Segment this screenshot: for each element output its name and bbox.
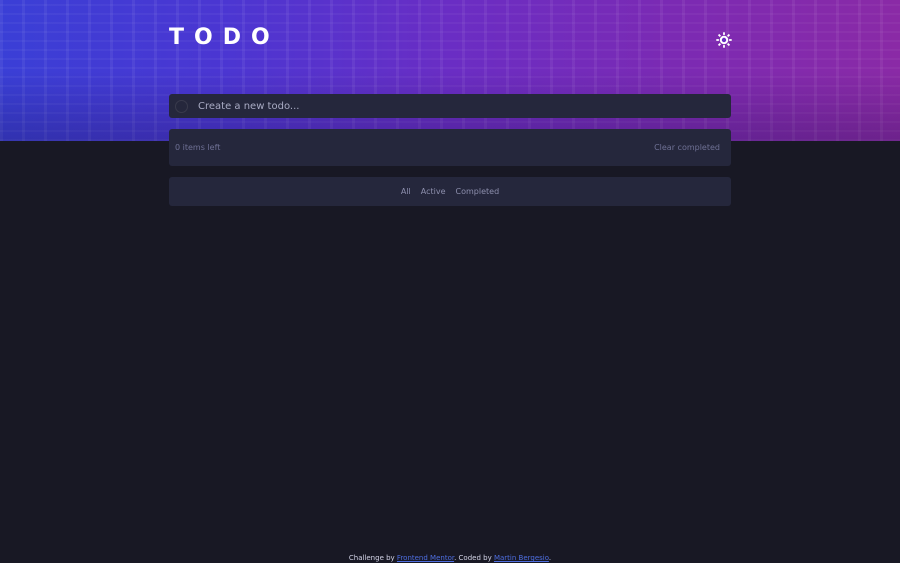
app-title: TODO xyxy=(169,25,280,50)
credits-end: . xyxy=(548,554,552,562)
new-todo-checkbox[interactable] xyxy=(175,99,188,113)
header-background xyxy=(0,0,900,141)
credits-coded-label: . Coded by xyxy=(454,554,492,562)
todo-list-footer: 0 items left Clear completed xyxy=(169,129,731,166)
filter-completed[interactable]: Completed xyxy=(456,187,500,196)
new-todo-input[interactable] xyxy=(198,100,698,112)
clear-completed-button[interactable]: Clear completed xyxy=(654,143,720,152)
credits-challenge-label: Challenge by xyxy=(348,554,395,562)
new-todo-bar xyxy=(169,94,731,118)
theme-toggle-button[interactable] xyxy=(712,28,736,52)
filter-all[interactable]: All xyxy=(401,187,411,196)
filter-active[interactable]: Active xyxy=(421,187,446,196)
items-left-count: 0 items left xyxy=(175,143,221,152)
header-shade xyxy=(0,0,900,141)
attribution: Challenge by Frontend Mentor. Coded by M… xyxy=(0,553,900,563)
frontend-mentor-link[interactable]: Frontend Mentor xyxy=(397,554,454,562)
filter-bar: All Active Completed xyxy=(169,177,731,206)
author-link[interactable]: Martin Bergesio xyxy=(494,554,549,562)
sun-icon xyxy=(716,32,732,48)
